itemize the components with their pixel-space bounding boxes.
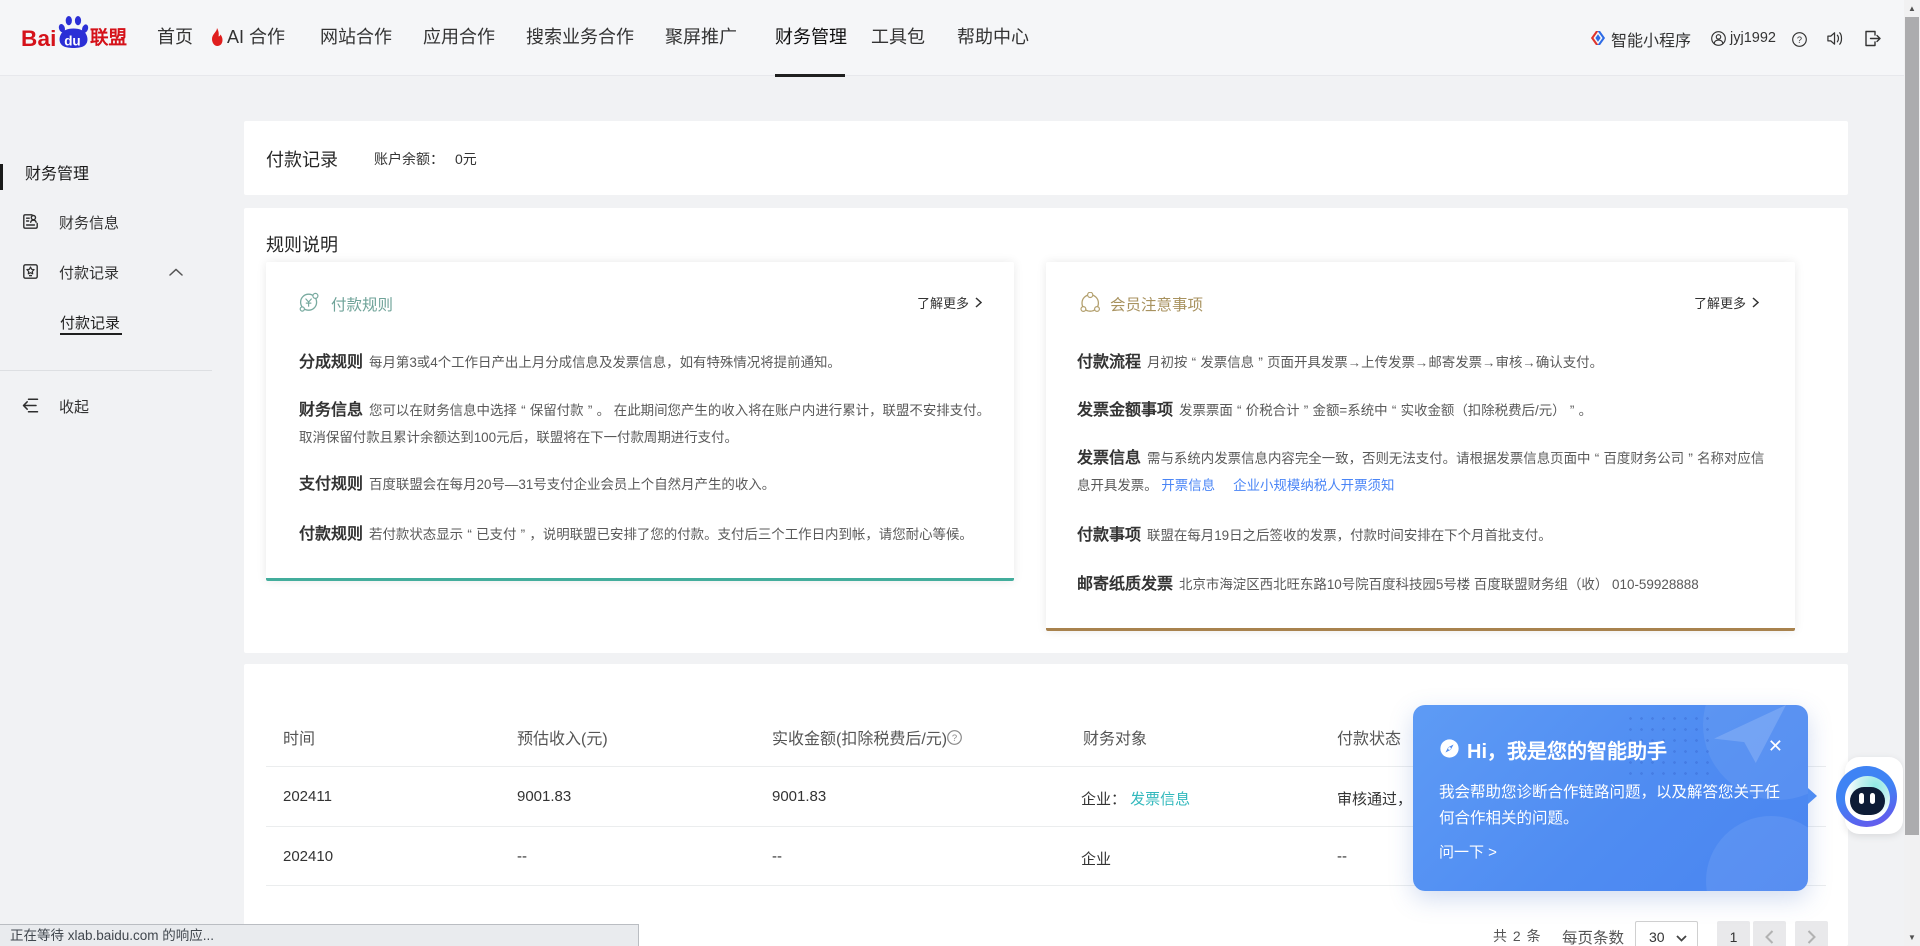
svg-text:du: du bbox=[64, 34, 81, 48]
svg-text:?: ? bbox=[952, 733, 957, 744]
svg-text:?: ? bbox=[1797, 35, 1802, 45]
